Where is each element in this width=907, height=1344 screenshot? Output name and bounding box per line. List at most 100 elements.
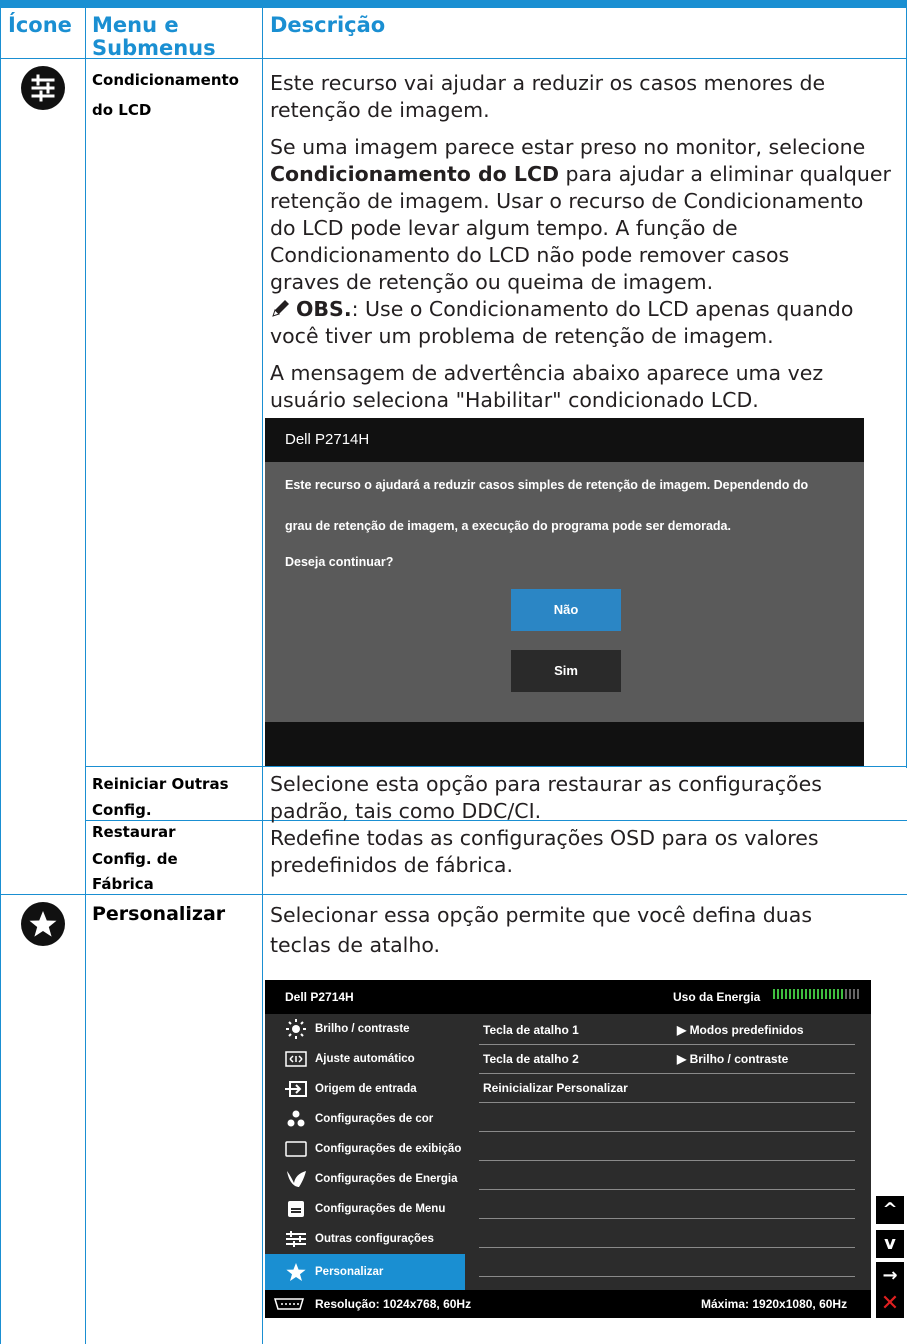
osd-menu: Dell P2714H Uso da Energia Brilho / cont… [265,980,871,1318]
header-menu-col-line2: Submenus [92,36,216,60]
row-divider-1 [85,766,907,767]
osd-row-empty [479,1248,855,1277]
menu-reset-other-l1: Reiniciar Outras [92,775,229,793]
osd-row-empty [479,1132,855,1161]
osd-top-bar: Dell P2714H Uso da Energia [265,980,871,1014]
table-divider-1 [85,8,86,1344]
lcd-desc-p2-l5: Condicionamento do LCD não pode remover … [270,243,790,267]
osd-item-label: Outras configurações [315,1233,434,1245]
osd-item-input-source[interactable]: Origem de entrada [265,1074,465,1104]
osd-item-label: Personalizar [315,1266,384,1278]
dialog-yes-button[interactable]: Sim [511,650,621,692]
auto-adjust-icon [285,1051,307,1067]
osd-item-label: Origem de entrada [315,1083,417,1095]
osd-row-label: Tecla de atalho 1 [483,1023,579,1037]
osd-row-shortcut-1[interactable]: Tecla de atalho 1 ▶ Modos predefinidos [479,1016,855,1045]
osd-item-label: Ajuste automático [315,1053,415,1065]
note-bold: OBS. [296,297,352,321]
leaf-icon [287,1171,306,1187]
down-arrow-icon[interactable]: v [876,1230,904,1258]
lcd-desc-p2-l4: do LCD pode levar algum tempo. A função … [270,216,738,240]
osd-row-empty [479,1103,855,1132]
display-icon [285,1141,307,1157]
lcd-desc-p2-l1: Se uma imagem parece estar preso no moni… [270,135,866,159]
note-pencil-icon [270,297,292,319]
lcd-desc-p2-l2: Condicionamento do LCD para ajudar a eli… [270,161,891,188]
lcd-desc-p1-l2: retenção de imagem. [270,98,490,122]
up-arrow-icon[interactable]: ^ [876,1196,904,1224]
play-arrow-icon: ▶ [677,1023,690,1037]
osd-item-display-settings[interactable]: Configurações de exibição [265,1134,465,1164]
lcd-desc-p2-l6: graves de retenção ou queima de imagem. [270,270,714,294]
osd-right-panel: Tecla de atalho 1 ▶ Modos predefinidos T… [465,1014,871,1290]
osd-item-label: Configurações de Menu [315,1203,446,1215]
menu-factory-l1: Restaurar [92,823,176,841]
osd-item-color-settings[interactable]: Configurações de cor [265,1104,465,1134]
other-settings-small-icon [286,1231,306,1247]
dialog-text-line1: Este recurso o ajudará a reduzir casos s… [285,478,809,492]
lcd-desc-p2-l2-rest: para ajudar a eliminar qualquer [559,162,891,186]
lcd-desc-p1-l1: Este recurso vai ajudar a reduzir os cas… [270,71,826,95]
lcd-desc-bold: Condicionamento do LCD [270,162,560,186]
vga-connector-icon [273,1298,305,1310]
osd-item-energy-settings[interactable]: Configurações de Energia [265,1164,465,1194]
osd-row-label: Tecla de atalho 2 [483,1052,579,1066]
dialog-no-button[interactable]: Não [511,589,621,631]
menu-factory-l3: Fábrica [92,875,154,893]
osd-bottom-bar: Resolução: 1024x768, 60Hz Máxima: 1920x1… [265,1290,871,1318]
osd-row-value-text: Brilho / contraste [689,1052,789,1066]
osd-item-brightness[interactable]: Brilho / contraste [265,1014,465,1044]
osd-row-value: ▶ Brilho / contraste [677,1045,788,1073]
menu-factory-l2: Config. de [92,850,178,868]
lcd-desc-p3-l2: usuário seleciona "Habilitar" condiciona… [270,388,759,412]
menu-personalize: Personalizar [92,903,226,925]
header-desc-col: Descrição [270,13,386,37]
header-icon-col: Ícone [8,13,72,37]
header-menu-col-line1: Menu e [92,13,179,37]
menu-lcd-line1: Condicionamento [92,71,239,89]
osd-row-reset-personalize[interactable]: Reinicializar Personalizar [479,1074,855,1103]
right-arrow-icon[interactable]: → [876,1262,904,1290]
osd-model: Dell P2714H [285,990,354,1004]
osd-resolution: Resolução: 1024x768, 60Hz [315,1297,472,1311]
osd-item-menu-settings[interactable]: Configurações de Menu [265,1194,465,1224]
lcd-note-l2: você tiver um problema de retenção de im… [270,324,774,348]
osd-item-label: Brilho / contraste [315,1023,410,1035]
input-source-icon [285,1081,307,1097]
lcd-desc-p3-l1: A mensagem de advertência abaixo aparece… [270,361,824,385]
dialog-title: Dell P2714H [265,418,864,462]
osd-row-label: Reinicializar Personalizar [483,1081,628,1095]
table-divider-2 [262,8,263,1344]
color-dots-icon [287,1110,305,1127]
header-accent-bar [0,0,907,8]
dialog-question: Deseja continuar? [285,555,394,569]
play-arrow-icon: ▶ [677,1052,690,1066]
osd-row-value: ▶ Modos predefinidos [677,1016,804,1044]
osd-row-empty [479,1219,855,1248]
reset-other-desc-l2: padrão, tais como DDC/CI. [270,799,542,823]
menu-lcd-line2: do LCD [92,101,152,119]
osd-item-label: Configurações de cor [315,1113,434,1125]
other-settings-icon [21,66,65,110]
osd-row-value-text: Modos predefinidos [689,1023,804,1037]
osd-left-menu: Brilho / contraste Ajuste automático Ori… [265,1014,465,1290]
factory-desc-l2: predefinidos de fábrica. [270,853,513,877]
osd-star-icon [286,1263,306,1281]
sun-icon [286,1019,306,1039]
osd-item-auto-adjust[interactable]: Ajuste automático [265,1044,465,1074]
factory-desc-l1: Redefine todas as configurações OSD para… [270,826,819,850]
osd-item-personalize[interactable]: Personalizar [265,1254,465,1290]
lcd-desc-p2-l3: retenção de imagem. Usar o recurso de Co… [270,189,864,213]
osd-item-label: Configurações de exibição [315,1143,462,1155]
close-x-icon[interactable]: ✕ [876,1290,904,1318]
osd-item-label: Configurações de Energia [315,1173,458,1185]
osd-max-resolution: Máxima: 1920x1080, 60Hz [701,1297,848,1311]
star-icon [21,902,65,946]
reset-other-desc-l1: Selecione esta opção para restaurar as c… [270,772,822,796]
osd-item-other-settings[interactable]: Outras configurações [265,1224,465,1254]
menu-settings-icon [288,1201,304,1217]
osd-row-shortcut-2[interactable]: Tecla de atalho 2 ▶ Brilho / contraste [479,1045,855,1074]
warning-dialog: Dell P2714H Este recurso o ajudará a red… [265,418,864,766]
dialog-text-line2: grau de retenção de imagem, a execução d… [285,519,731,533]
energy-meter-icon [773,989,859,999]
